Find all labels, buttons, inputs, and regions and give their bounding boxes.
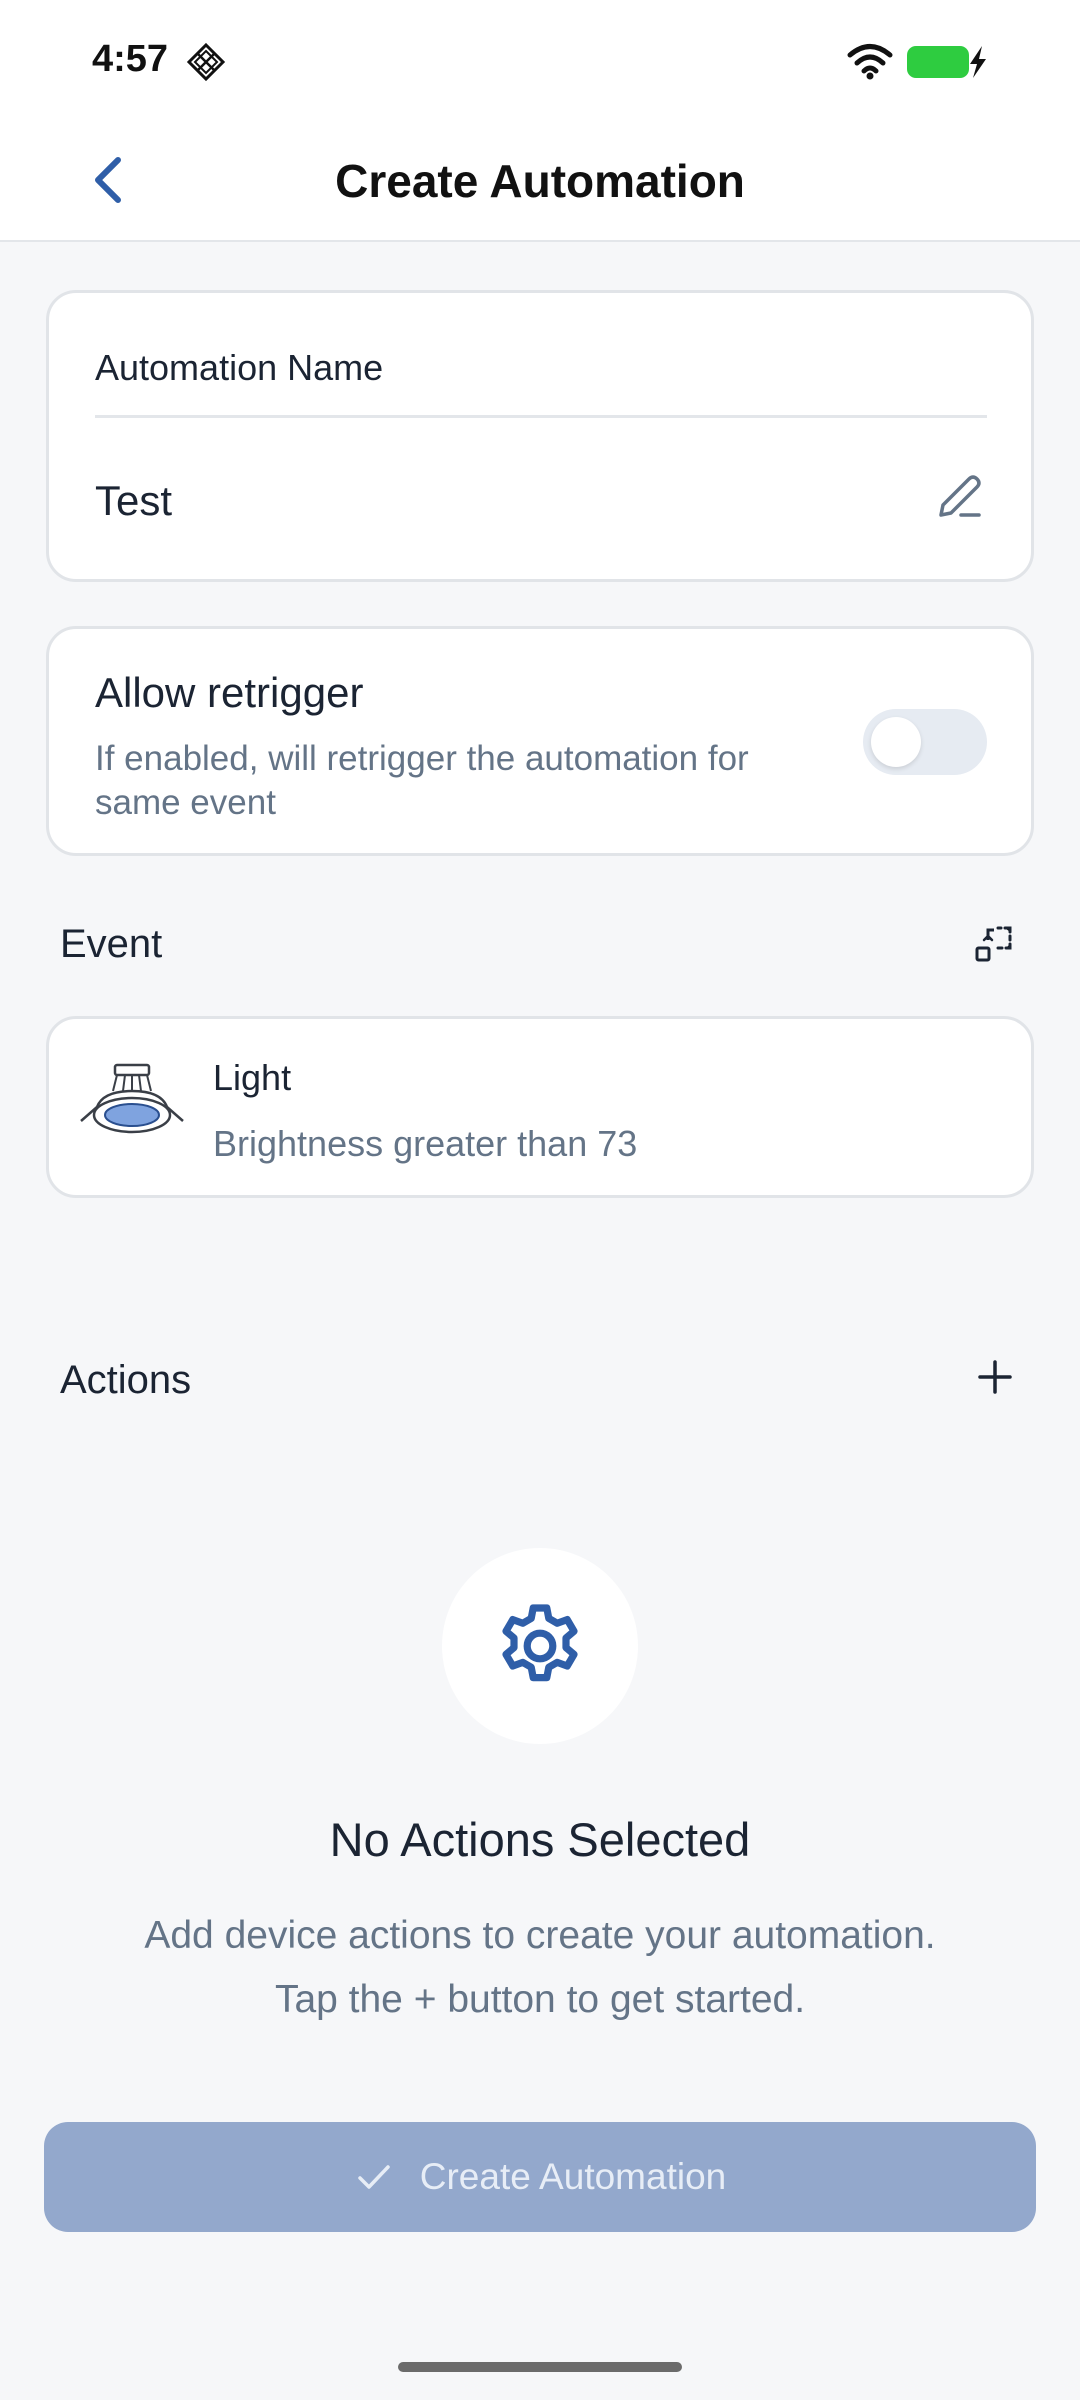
pencil-icon[interactable] <box>931 469 987 525</box>
retrigger-title: Allow retrigger <box>95 669 364 716</box>
automation-name-card: Automation Name Test <box>46 290 1034 582</box>
event-condition: Brightness greater than 73 <box>213 1123 638 1164</box>
edit-selection-icon[interactable] <box>972 922 1016 966</box>
event-section-label: Event <box>60 922 163 966</box>
create-automation-button[interactable]: Create Automation <box>44 2122 1036 2232</box>
empty-state-description: Add device actions to create your automa… <box>144 1914 936 2021</box>
event-device-name: Light <box>213 1057 292 1098</box>
retrigger-card: Allow retrigger If enabled, will retrigg… <box>46 626 1034 856</box>
automation-name-label: Automation Name <box>95 347 384 388</box>
retrigger-toggle[interactable] <box>863 709 987 775</box>
actions-section-label: Actions <box>60 1358 192 1402</box>
diamond-grid-icon <box>186 42 226 82</box>
automation-name-value[interactable]: Test <box>95 477 172 525</box>
battery-charging-icon <box>907 46 986 78</box>
wifi-icon <box>847 44 893 80</box>
empty-state-title: No Actions Selected <box>329 1813 751 1866</box>
check-icon <box>358 2165 390 2189</box>
event-item-card[interactable]: Light Brightness greater than 73 <box>46 1016 1034 1198</box>
home-indicator <box>398 2362 682 2372</box>
toggle-knob <box>871 717 921 767</box>
plus-icon[interactable] <box>974 1356 1016 1398</box>
retrigger-description: If enabled, will retrigger the automatio… <box>95 739 749 822</box>
nav-bar: Create Automation <box>0 120 1080 242</box>
ceiling-light-icon <box>80 1063 184 1134</box>
page-title: Create Automation <box>335 155 745 207</box>
empty-state-icon-circle <box>442 1548 638 1744</box>
create-automation-label: Create Automation <box>419 2156 727 2197</box>
gear-icon <box>502 1604 578 1682</box>
status-bar: 4:57 <box>0 0 1080 120</box>
status-time: 4:57 <box>92 38 169 80</box>
divider <box>95 415 987 418</box>
